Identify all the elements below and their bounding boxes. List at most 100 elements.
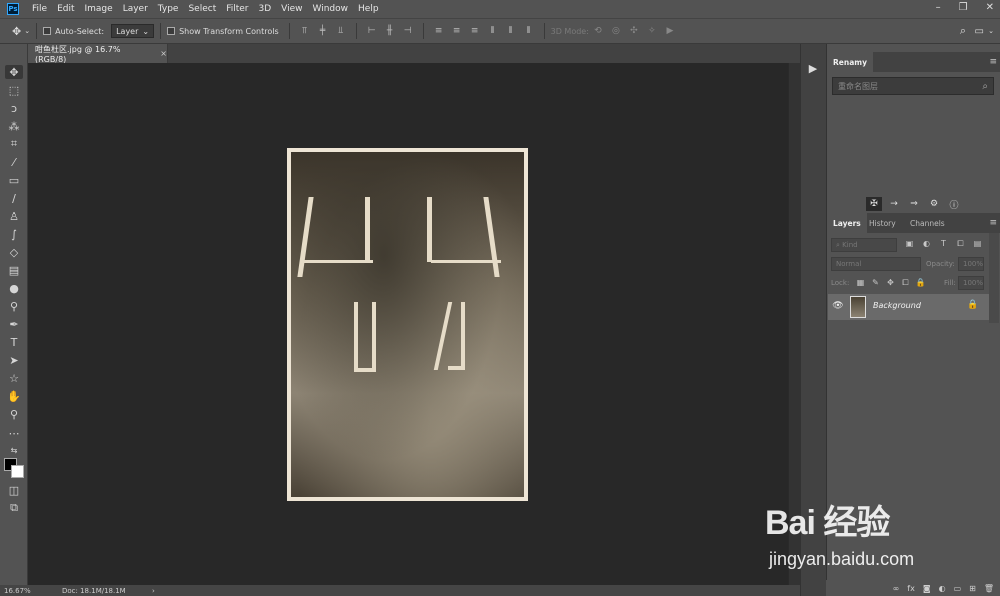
distribute-vcenter-icon[interactable]: ≡ (452, 26, 462, 36)
align-vcenter-icon[interactable]: ╪ (318, 26, 328, 36)
menu-view[interactable]: View (276, 4, 307, 14)
minimize-icon[interactable]: – (936, 2, 941, 13)
document-tab[interactable]: 咁鱼杜区.jpg @ 16.7% (RGB/8) × (28, 44, 168, 64)
blend-mode-dropdown[interactable]: Normal (831, 257, 921, 271)
background-color-swatch[interactable] (11, 465, 24, 478)
align-right-icon[interactable]: ⊣ (403, 26, 413, 36)
rename-icon[interactable]: ✠ (866, 197, 882, 211)
menu-3d[interactable]: 3D (254, 4, 277, 14)
new-group-icon[interactable]: ▭ (954, 584, 962, 593)
path-selection-tool-icon[interactable]: ➤ (5, 353, 23, 367)
auto-select-dropdown[interactable]: Layer ⌄ (111, 24, 155, 38)
menu-help[interactable]: Help (353, 4, 384, 14)
layer-name[interactable]: Background (873, 301, 921, 310)
status-menu-icon[interactable]: › (152, 587, 155, 595)
layers-scrollbar[interactable] (989, 233, 999, 323)
menu-type[interactable]: Type (153, 4, 184, 14)
blur-tool-icon[interactable]: ● (5, 281, 23, 295)
menu-file[interactable]: File (27, 4, 52, 14)
add-mask-icon[interactable]: ◙ (923, 584, 931, 593)
lock-transparent-icon[interactable]: ▦ (855, 277, 866, 288)
search-icon[interactable]: ⌕ (982, 81, 988, 92)
brush-tool-icon[interactable]: ∕ (5, 191, 23, 205)
lock-artboard-icon[interactable]: ⧠ (900, 277, 911, 288)
adjustment-layer-icon[interactable]: ◐ (939, 584, 946, 593)
fill-field[interactable]: 100% (958, 276, 984, 290)
arrow-right-double-icon[interactable]: ⇒ (906, 197, 922, 211)
layer-kind-filter[interactable]: ⌕ Kind (831, 238, 897, 252)
restore-icon[interactable]: ❐ (959, 2, 968, 13)
crop-tool-icon[interactable]: ⌗ (5, 137, 23, 151)
distribute-hcenter-icon[interactable]: ⦀ (506, 26, 516, 36)
menu-filter[interactable]: Filter (221, 4, 253, 14)
filter-shape-icon[interactable]: ⧠ (955, 238, 966, 249)
align-top-icon[interactable]: ⫪ (300, 26, 310, 36)
marquee-tool-icon[interactable]: ⬚ (5, 83, 23, 97)
distribute-right-icon[interactable]: ⦀ (524, 26, 534, 36)
show-transform-checkbox[interactable] (167, 27, 176, 35)
swap-colors-icon[interactable]: ⇆ (5, 443, 23, 457)
3d-roll-icon[interactable]: ◎ (611, 26, 621, 36)
screen-mode-icon[interactable]: ⧉ (5, 501, 23, 515)
lasso-tool-icon[interactable]: ↄ (5, 101, 23, 115)
lock-position-icon[interactable]: ✥ (885, 277, 896, 288)
history-brush-tool-icon[interactable]: ∫ (5, 227, 23, 241)
panel-menu-icon[interactable]: ≡ (989, 57, 997, 67)
new-layer-icon[interactable]: ⊞ (969, 584, 976, 593)
3d-orbit-icon[interactable]: ⟲ (593, 26, 603, 36)
filter-adjustment-icon[interactable]: ◐ (921, 238, 932, 249)
close-icon[interactable]: ✕ (986, 2, 994, 13)
opacity-field[interactable]: 100% (958, 257, 984, 271)
3d-scale-icon[interactable]: ▶ (665, 26, 675, 36)
play-icon[interactable]: ▶ (806, 60, 820, 76)
align-left-icon[interactable]: ⊢ (367, 26, 377, 36)
distribute-left-icon[interactable]: ⦀ (488, 26, 498, 36)
quick-mask-icon[interactable]: ◫ (5, 483, 23, 497)
more-tools-icon[interactable]: ⋯ (5, 426, 23, 440)
filter-pixel-icon[interactable]: ▣ (904, 238, 915, 249)
close-icon[interactable]: × (160, 49, 167, 58)
lock-all-icon[interactable]: 🔒 (915, 277, 926, 288)
menu-window[interactable]: Window (308, 4, 354, 14)
filter-smart-object-icon[interactable]: ▤ (972, 238, 983, 249)
panel-menu-icon[interactable]: ≡ (989, 218, 997, 228)
tab-channels[interactable]: Channels (904, 213, 951, 233)
link-layers-icon[interactable]: ∞ (893, 584, 900, 593)
settings-icon[interactable]: ⚙ (926, 197, 942, 211)
tab-renamy[interactable]: Renamy (827, 52, 873, 72)
menu-select[interactable]: Select (183, 4, 221, 14)
search-icon[interactable]: ⌕ (960, 24, 966, 38)
auto-select-checkbox[interactable] (43, 27, 52, 35)
delete-layer-icon[interactable]: 🗑 (984, 584, 994, 593)
move-tool-icon[interactable]: ✥ (12, 25, 21, 38)
eye-icon[interactable]: 👁 (832, 300, 844, 312)
pen-tool-icon[interactable]: ✒ (5, 317, 23, 331)
shape-tool-icon[interactable]: ☆ (5, 371, 23, 385)
clone-stamp-tool-icon[interactable]: ♙ (5, 209, 23, 223)
magic-wand-tool-icon[interactable]: ⁂ (5, 119, 23, 133)
zoom-tool-icon[interactable]: ⚲ (5, 407, 23, 421)
workspace-icon[interactable]: ▭ (975, 26, 984, 37)
distribute-bottom-icon[interactable]: ≡ (470, 26, 480, 36)
move-tool-icon[interactable]: ✥ (5, 65, 23, 79)
align-hcenter-icon[interactable]: ╫ (385, 26, 395, 36)
renamy-search-input[interactable]: 重命名图层 ⌕ (832, 77, 994, 95)
lock-image-icon[interactable]: ✎ (870, 277, 881, 288)
filter-type-icon[interactable]: T (938, 238, 949, 249)
tab-layers[interactable]: Layers (827, 213, 867, 233)
chevron-down-icon[interactable]: ⌄ (24, 27, 30, 35)
3d-slide-icon[interactable]: ✧ (647, 26, 657, 36)
gradient-tool-icon[interactable]: ▤ (5, 263, 23, 277)
type-tool-icon[interactable]: T (5, 335, 23, 349)
distribute-top-icon[interactable]: ≡ (434, 26, 444, 36)
chevron-down-icon[interactable]: ⌄ (988, 27, 994, 35)
arrow-right-icon[interactable]: → (886, 197, 902, 211)
menu-edit[interactable]: Edit (52, 4, 79, 14)
3d-pan-icon[interactable]: ✣ (629, 26, 639, 36)
healing-brush-tool-icon[interactable]: ▭ (5, 173, 23, 187)
menu-layer[interactable]: Layer (118, 4, 153, 14)
zoom-level[interactable]: 16.67% (4, 587, 54, 595)
info-icon[interactable]: ⓘ (946, 197, 962, 211)
hand-tool-icon[interactable]: ✋ (5, 389, 23, 403)
dodge-tool-icon[interactable]: ⚲ (5, 299, 23, 313)
